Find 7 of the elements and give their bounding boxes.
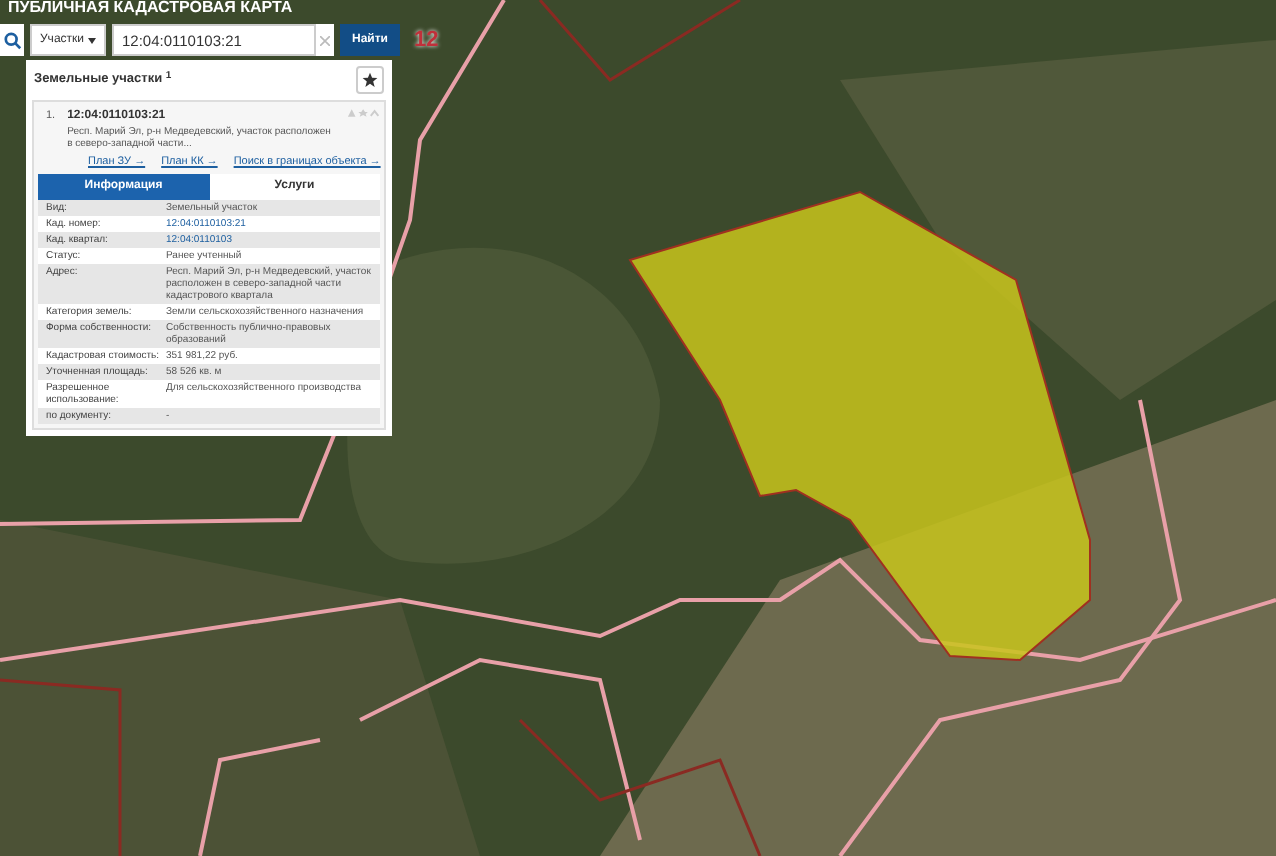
favorite-button[interactable] [356,66,384,94]
star-icon [362,72,378,88]
caret-icon [88,37,96,44]
page-title: ПУБЛИЧНАЯ КАДАСТРОВАЯ КАРТА [8,0,293,16]
result-actions-icon [345,108,380,118]
search-icon [3,31,21,50]
map-number-label: 12 [414,26,439,56]
